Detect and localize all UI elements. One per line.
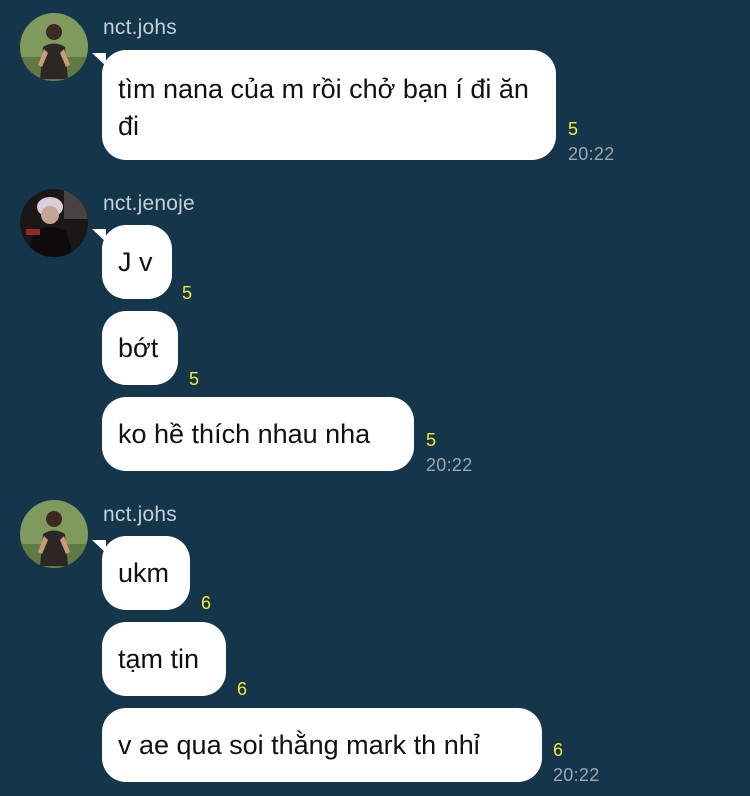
- read-count: 5: [426, 430, 437, 450]
- message-bubble[interactable]: J v: [102, 225, 172, 299]
- read-count: 6: [201, 593, 212, 613]
- message-bubble[interactable]: ukm: [102, 536, 190, 610]
- message-timestamp: 20:22: [568, 144, 615, 164]
- read-count: 5: [182, 283, 193, 303]
- read-count: 6: [237, 679, 248, 699]
- sender-name: nct.johs: [103, 503, 177, 526]
- user-avatar-green-icon[interactable]: [20, 500, 88, 568]
- read-count: 5: [189, 369, 200, 389]
- message-bubble[interactable]: tạm tin: [102, 622, 226, 696]
- sender-name: nct.johs: [103, 16, 177, 39]
- user-avatar-dark-icon[interactable]: [20, 189, 88, 257]
- sender-name: nct.jenoje: [103, 192, 195, 215]
- message-timestamp: 20:22: [553, 765, 600, 785]
- message-bubble[interactable]: ko hề thích nhau nha: [102, 397, 414, 471]
- read-count: 5: [568, 119, 579, 139]
- message-bubble[interactable]: tìm nana của m rồi chở bạn í đi ăn đi: [102, 50, 556, 160]
- message-bubble[interactable]: bớt: [102, 311, 178, 385]
- read-count: 6: [553, 740, 564, 760]
- message-bubble[interactable]: v ae qua soi thằng mark th nhỉ: [102, 708, 542, 782]
- user-avatar-green-icon[interactable]: [20, 13, 88, 81]
- message-timestamp: 20:22: [426, 455, 473, 475]
